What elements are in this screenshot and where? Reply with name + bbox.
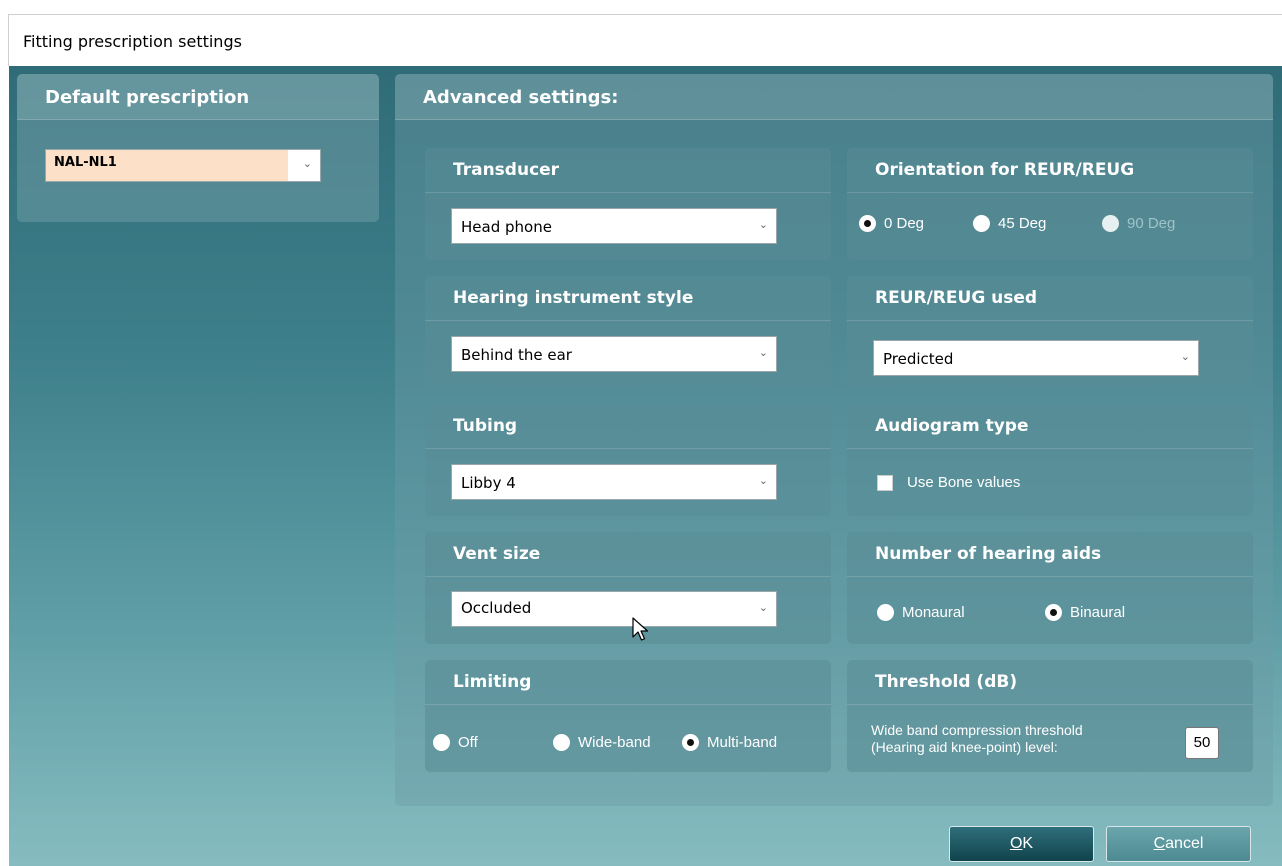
default-prescription-title: Default prescription [45,87,250,108]
orientation-title: Orientation for REUR/REUG [875,160,1135,180]
ok-rest: K [1022,835,1034,852]
chevron-down-icon: ⌄ [758,219,768,231]
ok-mnemonic: O [1009,835,1023,852]
title-bar: Fitting prescription settings [8,14,1282,66]
use-bone-values-checkbox[interactable]: Use Bone values [877,474,1020,491]
dialog-client: Default prescription NAL-NL1 ⌄ Advanced … [9,66,1282,866]
radio-label: 90 Deg [1127,215,1176,232]
mouse-cursor-icon [632,617,649,641]
prescription-value: NAL-NL1 [54,155,117,170]
transducer-title: Transducer [453,160,560,180]
radio-dot [433,734,450,751]
vent-size-dropdown[interactable]: Occluded ⌄ [451,591,777,627]
limiting-wide-band-radio[interactable]: Wide-band [553,734,651,751]
monaural-radio[interactable]: Monaural [877,604,965,621]
limiting-off-radio[interactable]: Off [433,734,478,751]
radio-label: Multi-band [707,734,778,751]
orientation-90-deg-radio: 90 Deg [1102,215,1175,232]
hearing-instrument-style-group: Hearing instrument style Behind the ear … [425,276,831,388]
chevron-down-icon: ⌄ [758,347,768,359]
limiting-title: Limiting [453,672,532,692]
radio-dot [877,604,894,621]
radio-dot [1102,215,1119,232]
audiogram-type-group: Audiogram type Use Bone values [847,404,1253,516]
advanced-settings-title: Advanced settings: [423,87,619,108]
num-aids-title: Number of hearing aids [875,544,1102,564]
radio-dot [859,215,876,232]
radio-dot [1045,604,1062,621]
limiting-group: Limiting Off Wide-band Multi-band [425,660,831,772]
radio-dot [553,734,570,751]
hi-style-title: Hearing instrument style [453,288,694,308]
threshold-input[interactable]: 50 [1185,727,1219,759]
vent-size-value: Occluded [461,599,532,617]
checkbox-label: Use Bone values [907,474,1021,491]
audiogram-title: Audiogram type [875,416,1029,436]
reur-used-group: REUR/REUG used Predicted ⌄ [847,276,1253,388]
orientation-group: Orientation for REUR/REUG 0 Deg 45 Deg 9… [847,148,1253,260]
transducer-group: Transducer Head phone ⌄ [425,148,831,260]
vent-size-title: Vent size [453,544,541,564]
chevron-down-icon: ⌄ [302,158,312,170]
chevron-down-icon: ⌄ [758,602,768,614]
radio-dot [682,734,699,751]
cancel-button[interactable]: Cancel [1106,826,1251,862]
hi-style-value: Behind the ear [461,346,572,364]
vent-size-group: Vent size Occluded ⌄ [425,532,831,644]
tubing-value: Libby 4 [461,474,516,492]
radio-dot [973,215,990,232]
limiting-multi-band-radio[interactable]: Multi-band [682,734,777,751]
radio-label: Wide-band [578,734,651,751]
threshold-label-line2: (Hearing aid knee-point) level: [871,739,1058,755]
prescription-dropdown[interactable]: NAL-NL1 ⌄ [45,149,321,182]
tubing-group: Tubing Libby 4 ⌄ [425,404,831,516]
advanced-settings-panel: Advanced settings: Transducer Head phone… [395,74,1273,806]
window-title: Fitting prescription settings [23,32,242,51]
hi-style-dropdown[interactable]: Behind the ear ⌄ [451,336,777,372]
transducer-dropdown[interactable]: Head phone ⌄ [451,208,777,244]
tubing-dropdown[interactable]: Libby 4 ⌄ [451,464,777,500]
number-of-hearing-aids-group: Number of hearing aids Monaural Binaural [847,532,1253,644]
threshold-title: Threshold (dB) [875,672,1018,692]
chevron-down-icon: ⌄ [1180,351,1190,363]
ok-button[interactable]: OK [949,826,1094,862]
threshold-label: Wide band compression threshold (Hearing… [871,722,1083,756]
radio-label: Monaural [902,604,965,621]
radio-label: 0 Deg [884,215,925,232]
cancel-mnemonic: C [1153,835,1166,852]
transducer-value: Head phone [461,218,552,236]
orientation-0-deg-radio[interactable]: 0 Deg [859,215,924,232]
binaural-radio[interactable]: Binaural [1045,604,1125,621]
cancel-rest: ancel [1165,835,1204,852]
reur-used-value: Predicted [883,350,954,368]
reur-used-title: REUR/REUG used [875,288,1038,308]
radio-label: 45 Deg [998,215,1047,232]
radio-label: Binaural [1070,604,1126,621]
threshold-label-line1: Wide band compression threshold [871,722,1083,738]
threshold-group: Threshold (dB) Wide band compression thr… [847,660,1253,772]
checkbox-box[interactable] [877,474,893,491]
chevron-down-icon: ⌄ [758,475,768,487]
tubing-title: Tubing [453,416,518,436]
default-prescription-panel: Default prescription NAL-NL1 ⌄ [17,74,379,222]
radio-label: Off [458,734,478,751]
reur-used-dropdown[interactable]: Predicted ⌄ [873,340,1199,376]
orientation-45-deg-radio[interactable]: 45 Deg [973,215,1046,232]
